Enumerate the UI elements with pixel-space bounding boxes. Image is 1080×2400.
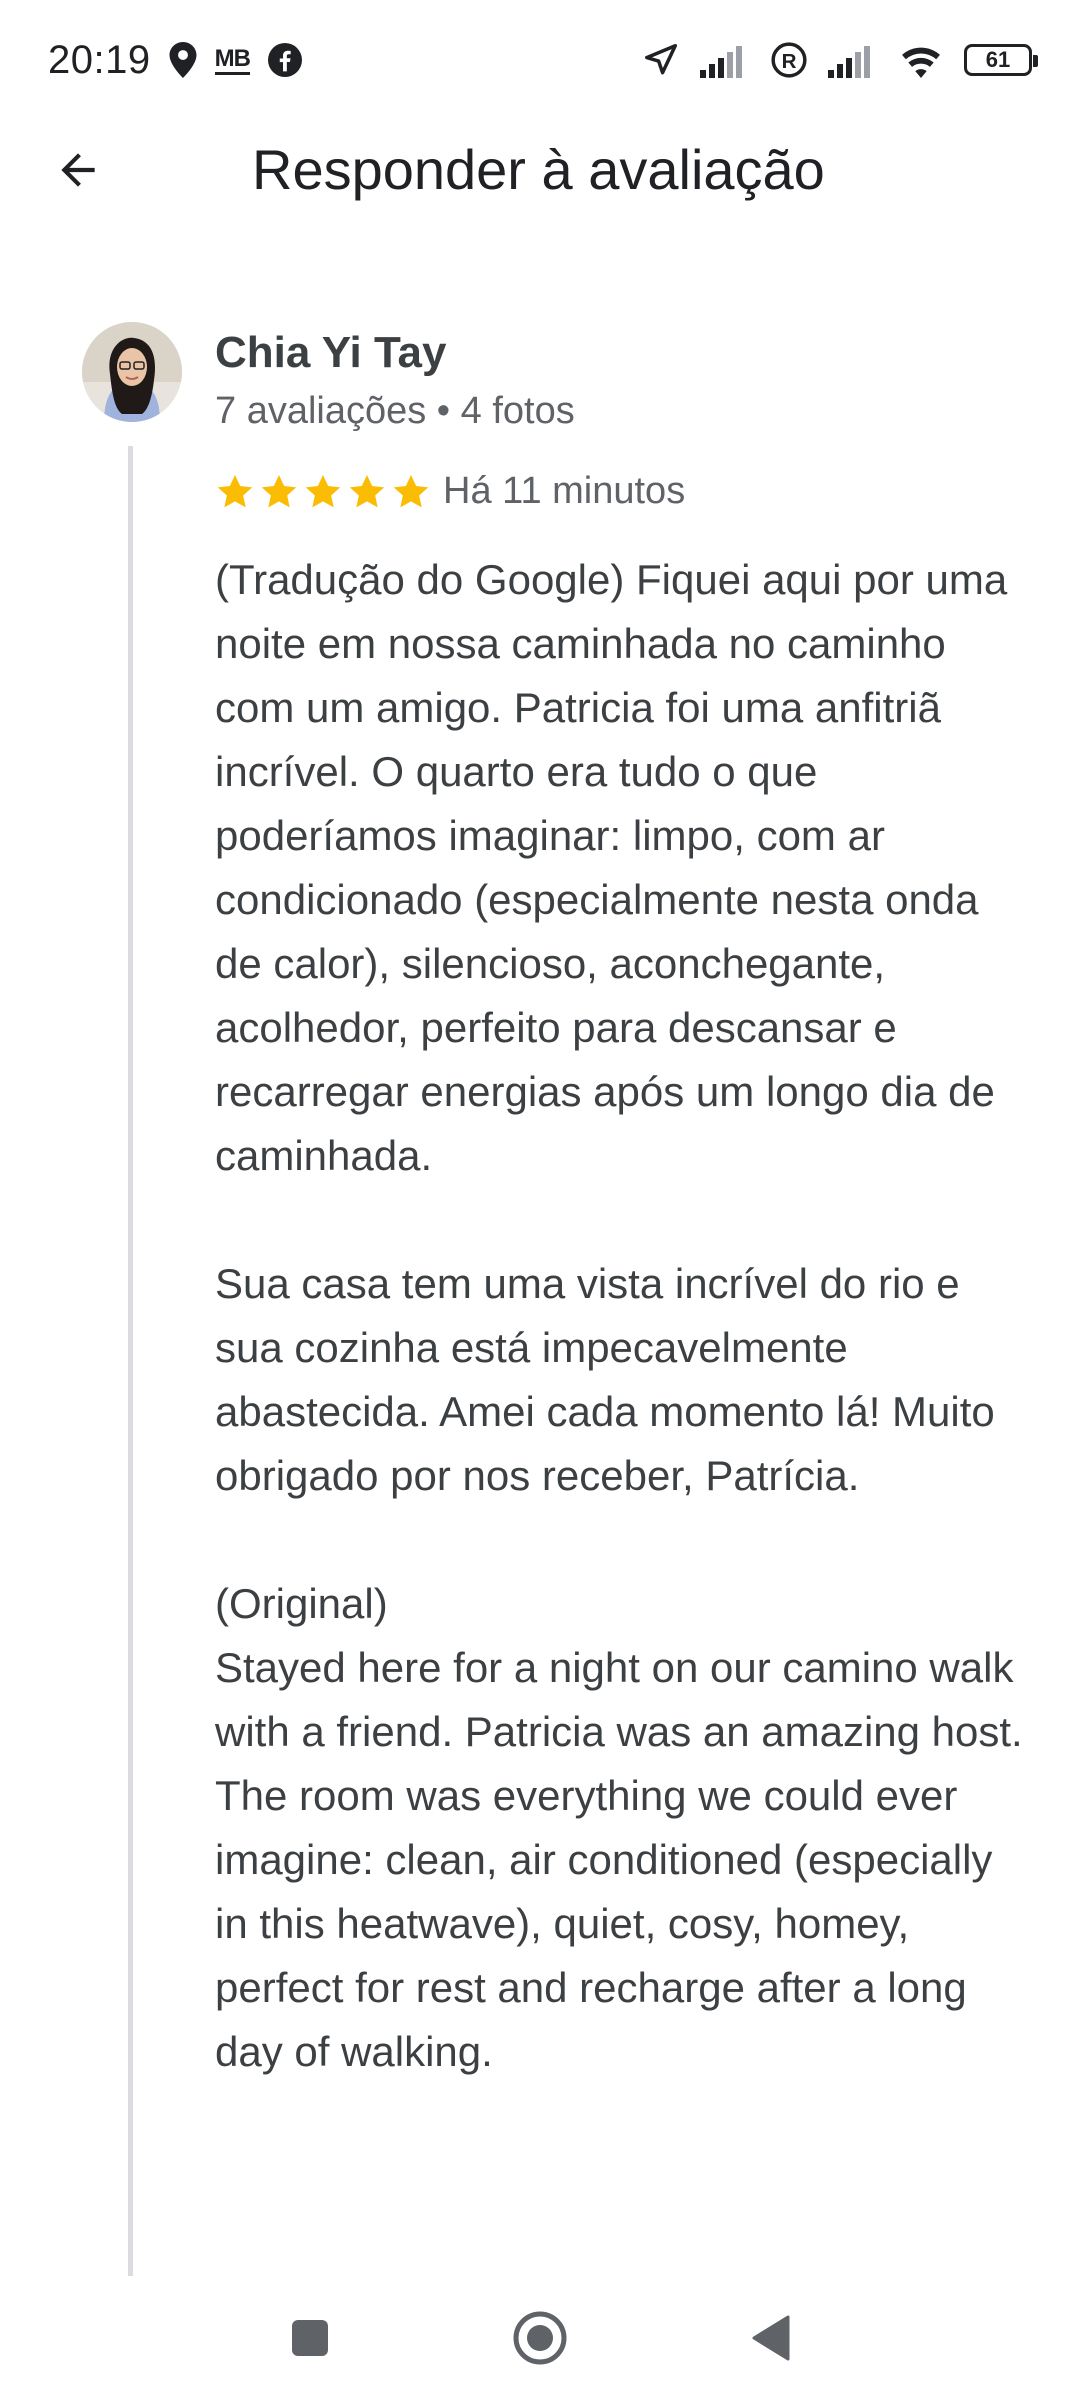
facebook-icon: [267, 43, 302, 77]
recent-apps-icon: [290, 2318, 330, 2363]
screen: 20:19 MB R 61 Responder à avaliação Chia…: [0, 0, 1080, 2400]
navigation-arrow-icon: [642, 41, 680, 79]
page-title: Responder à avaliação: [252, 138, 825, 201]
rating-row: Há 11 minutos: [215, 470, 685, 513]
review-time: Há 11 minutos: [443, 470, 686, 512]
review-text: (Tradução do Google) Fiquei aqui por uma…: [215, 548, 1035, 2084]
review-paragraph-translated: (Tradução do Google) Fiquei aqui por uma…: [215, 556, 1008, 1179]
star-icon: [217, 474, 253, 507]
app-bar: Responder à avaliação: [0, 120, 1080, 220]
wifi-icon: [898, 42, 944, 78]
signal-icon: [828, 42, 878, 78]
thread-line: [128, 446, 133, 2276]
review-paragraph-translated-2: Sua casa tem uma vista incrível do rio e…: [215, 1260, 995, 1499]
star-icon: [393, 474, 429, 507]
home-button[interactable]: [500, 2300, 580, 2380]
star-icon: [305, 474, 341, 507]
avatar[interactable]: [82, 322, 182, 422]
mb-data-icon: MB: [214, 45, 251, 75]
svg-text:R: R: [782, 50, 797, 73]
location-pin-icon: [169, 42, 197, 78]
star-icon: [261, 474, 297, 507]
star-rating: [215, 472, 431, 512]
signal-icon: [700, 42, 750, 78]
roaming-icon: R: [770, 41, 808, 79]
system-nav-bar: [0, 2280, 1080, 2400]
battery-icon: 61: [964, 44, 1038, 76]
back-arrow-icon: [53, 145, 103, 200]
original-label: (Original): [215, 1580, 388, 1627]
back-button[interactable]: [40, 134, 116, 210]
status-time: 20:19: [48, 37, 151, 82]
review-paragraph-original: Stayed here for a night on our camino wa…: [215, 1644, 1023, 2075]
status-bar: 20:19 MB R 61: [0, 0, 1080, 120]
back-triangle-icon: [750, 2315, 790, 2366]
reviewer-name[interactable]: Chia Yi Tay: [215, 328, 447, 378]
nav-back-button[interactable]: [730, 2300, 810, 2380]
star-icon: [349, 474, 385, 507]
recent-apps-button[interactable]: [270, 2300, 350, 2380]
home-icon: [512, 2310, 568, 2371]
reviewer-meta: 7 avaliações • 4 fotos: [215, 390, 575, 432]
